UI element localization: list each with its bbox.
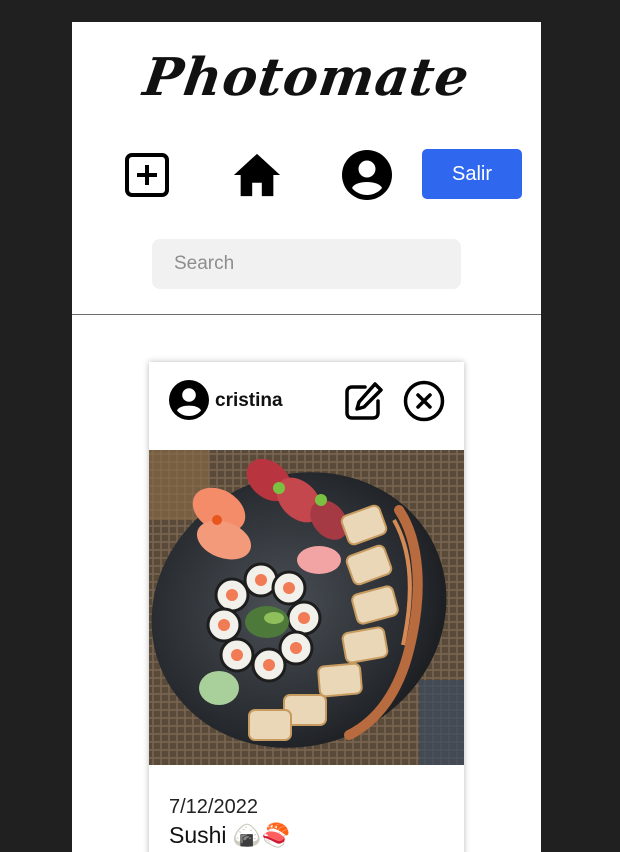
close-circle-icon[interactable] <box>403 380 445 422</box>
post-card: cristina 7/12/2022 Sushi 🍙🍣 <box>149 362 464 852</box>
add-square-icon <box>125 153 169 197</box>
app-panel: Photomate Salir cristina <box>72 22 541 852</box>
home-button[interactable] <box>232 150 282 200</box>
sushi-platter-image <box>149 450 464 765</box>
home-icon <box>233 153 281 197</box>
add-post-button[interactable] <box>122 150 172 200</box>
edit-icon[interactable] <box>343 380 385 422</box>
account-circle-icon <box>342 150 392 200</box>
post-photo[interactable] <box>149 450 464 765</box>
header-divider <box>72 314 541 315</box>
logout-button[interactable]: Salir <box>422 149 522 199</box>
search-input[interactable] <box>152 239 461 289</box>
account-circle-icon[interactable] <box>169 380 209 420</box>
app-logo[interactable]: Photomate <box>72 47 541 108</box>
post-title: Sushi 🍙🍣 <box>169 822 291 848</box>
post-username[interactable]: cristina <box>215 390 283 412</box>
profile-button[interactable] <box>342 150 392 200</box>
post-date: 7/12/2022 <box>169 796 258 818</box>
post-header: cristina <box>149 362 464 450</box>
